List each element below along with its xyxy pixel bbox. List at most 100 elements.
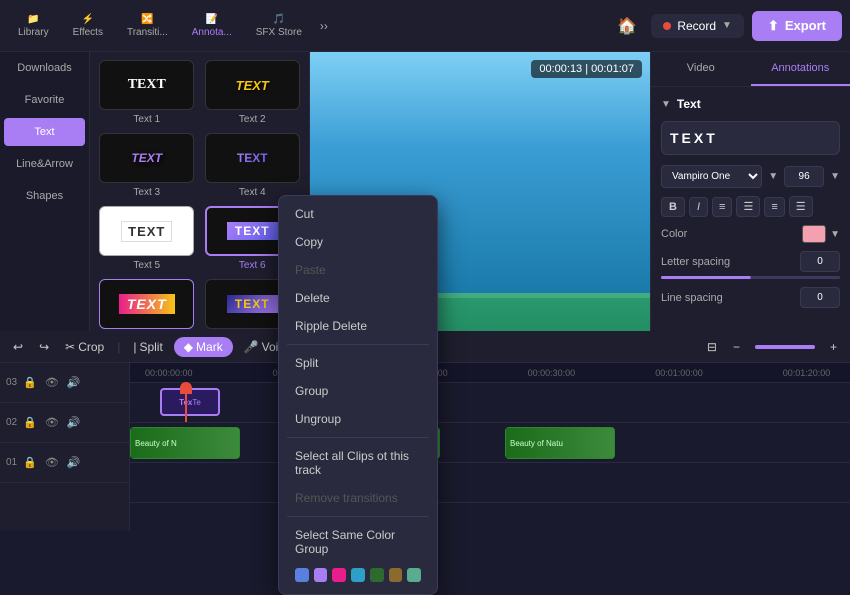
export-button[interactable]: ⬆ Export bbox=[752, 11, 842, 41]
ctx-copy[interactable]: Copy bbox=[279, 228, 437, 256]
timeline-main: 00:00:00:00 00:00:10:00 00:00:20:00 00:0… bbox=[130, 363, 850, 531]
color-dot-brown[interactable] bbox=[389, 568, 403, 582]
timeline-tracks: Tex Te Beauty of N Beauty bbox=[130, 383, 850, 503]
align-center-button[interactable]: ☰ bbox=[736, 196, 760, 217]
sidebar-item-downloads[interactable]: Downloads bbox=[4, 54, 85, 82]
annotation-thumb-7[interactable]: TEXT bbox=[99, 279, 194, 329]
split-button[interactable]: | Split bbox=[128, 337, 167, 357]
export-icon: ⬆ bbox=[768, 18, 779, 34]
text-style-row: B I ≡ ☰ ≡ ☰ bbox=[661, 196, 840, 217]
toolbar-right: 🏠 Record ▼ ⬆ Export bbox=[611, 10, 842, 42]
align-right-button[interactable]: ≡ bbox=[764, 197, 784, 217]
zoom-slider[interactable] bbox=[755, 345, 815, 349]
track-number-01: 01 bbox=[6, 457, 17, 468]
sidebar-item-shapes[interactable]: Shapes bbox=[4, 182, 85, 210]
track-visible-03[interactable]: 👁 bbox=[43, 374, 61, 391]
crop-button[interactable]: ✂ Crop bbox=[60, 337, 109, 357]
ruler-marks: 00:00:00:00 00:00:10:00 00:00:20:00 00:0… bbox=[135, 368, 850, 378]
font-row: Vampiro One ▼ ▼ bbox=[661, 165, 840, 188]
italic-button[interactable]: I bbox=[689, 197, 708, 217]
line-spacing-input[interactable] bbox=[800, 287, 840, 308]
mark-button[interactable]: ◆ Mark bbox=[174, 337, 233, 357]
letter-spacing-slider[interactable] bbox=[661, 276, 840, 279]
annotation-thumb-3[interactable]: TEXT bbox=[99, 133, 194, 183]
color-swatch[interactable] bbox=[802, 225, 826, 243]
list-item: TEXT Text 2 bbox=[204, 60, 302, 125]
track-lock-03[interactable]: 🔒 bbox=[21, 374, 39, 391]
line-spacing-row: Line spacing bbox=[661, 287, 840, 312]
redo-button[interactable]: ↪ bbox=[34, 337, 54, 357]
ctx-paste: Paste bbox=[279, 256, 437, 284]
track-visible-01[interactable]: 👁 bbox=[43, 454, 61, 471]
sidebar-item-linearrow[interactable]: Line&Arrow bbox=[4, 150, 85, 178]
color-dot-pink[interactable] bbox=[332, 568, 346, 582]
tab-video[interactable]: Video bbox=[651, 52, 751, 86]
bold-button[interactable]: B bbox=[661, 197, 685, 217]
ctx-delete[interactable]: Delete bbox=[279, 284, 437, 312]
color-dot-teal[interactable] bbox=[407, 568, 421, 582]
sfx-icon: 🎵 bbox=[273, 14, 285, 25]
font-select[interactable]: Vampiro One bbox=[661, 165, 762, 188]
ctx-select-all[interactable]: Select all Clips ot this track bbox=[279, 442, 437, 484]
track-header-03: 03 🔒 👁 🔊 bbox=[0, 363, 129, 403]
color-dot-cyan[interactable] bbox=[351, 568, 365, 582]
list-item: TEXT Text 3 bbox=[98, 133, 196, 198]
toolbar-annotations[interactable]: 📝 Annota... bbox=[182, 10, 242, 42]
section-arrow-icon: ▼ bbox=[661, 99, 671, 110]
track-lock-02[interactable]: 🔒 bbox=[21, 414, 39, 431]
annotation-thumb-4[interactable]: TEXT bbox=[205, 133, 300, 183]
playhead-marker bbox=[180, 382, 192, 394]
align-left-button[interactable]: ≡ bbox=[712, 197, 732, 217]
text-preview-box[interactable]: TEXT bbox=[661, 121, 840, 155]
toolbar-sfx[interactable]: 🎵 SFX Store bbox=[246, 10, 312, 42]
annotation-thumb-1[interactable]: TEXT bbox=[99, 60, 194, 110]
ctx-separator-3 bbox=[287, 516, 429, 517]
list-item: TEXT Text 5 bbox=[98, 206, 196, 271]
ctx-ripple-delete[interactable]: Ripple Delete bbox=[279, 312, 437, 340]
annotation-thumb-2[interactable]: TEXT bbox=[205, 60, 300, 110]
align-justify-button[interactable]: ☰ bbox=[789, 196, 813, 217]
track-audio-02[interactable]: 🔊 bbox=[65, 414, 83, 431]
context-menu: Cut Copy Paste Delete Ripple Delete Spli… bbox=[278, 195, 438, 595]
toolbar-effects[interactable]: ⚡ Effects bbox=[63, 10, 113, 42]
ctx-split[interactable]: Split bbox=[279, 349, 437, 377]
record-button[interactable]: Record ▼ bbox=[651, 14, 744, 38]
timeline-zoom-out[interactable]: ⊟ bbox=[702, 337, 722, 357]
toolbar-transitions[interactable]: 🔀 Transiti... bbox=[117, 10, 178, 42]
color-dot-green[interactable] bbox=[370, 568, 384, 582]
effects-icon: ⚡ bbox=[82, 14, 94, 25]
ctx-ungroup[interactable]: Ungroup bbox=[279, 405, 437, 433]
timeline-zoom-minus[interactable]: − bbox=[728, 337, 745, 357]
library-icon: 📁 bbox=[27, 14, 39, 25]
timeline-zoom-plus[interactable]: + bbox=[825, 337, 842, 357]
list-item: TEXT Text 4 bbox=[204, 133, 302, 198]
sidebar-item-text[interactable]: Text bbox=[4, 118, 85, 146]
track-audio-01[interactable]: 🔊 bbox=[65, 454, 83, 471]
color-dot-blue[interactable] bbox=[295, 568, 309, 582]
letter-spacing-input[interactable] bbox=[800, 251, 840, 272]
toolbar-more-icon[interactable]: ›› bbox=[316, 15, 332, 37]
video-clip-1[interactable]: Beauty of N bbox=[130, 427, 240, 459]
track-visible-02[interactable]: 👁 bbox=[43, 414, 61, 431]
toolbar-library[interactable]: 📁 Library bbox=[8, 10, 59, 42]
annotation-thumb-5[interactable]: TEXT bbox=[99, 206, 194, 256]
ctx-group[interactable]: Group bbox=[279, 377, 437, 405]
track-header-02: 02 🔒 👁 🔊 bbox=[0, 403, 129, 443]
video-clip-3[interactable]: Beauty of Natu bbox=[505, 427, 615, 459]
undo-button[interactable]: ↩ bbox=[8, 337, 28, 357]
track-lock-01[interactable]: 🔒 bbox=[21, 454, 39, 471]
track-audio-03[interactable]: 🔊 bbox=[65, 374, 83, 391]
tab-annotations[interactable]: Annotations bbox=[751, 52, 850, 86]
sidebar-item-favorite[interactable]: Favorite bbox=[4, 86, 85, 114]
track-03: Tex Te bbox=[130, 383, 850, 423]
ctx-select-color[interactable]: Select Same Color Group bbox=[279, 521, 437, 563]
ctx-remove-transitions: Remove transitions bbox=[279, 484, 437, 512]
font-size-input[interactable] bbox=[784, 166, 824, 187]
track-02: Beauty of N Beauty of Nature HD.mp4 00:0… bbox=[130, 423, 850, 463]
record-dot-icon bbox=[663, 22, 671, 30]
right-tabs: Video Annotations bbox=[651, 52, 850, 87]
color-dot-purple[interactable] bbox=[314, 568, 328, 582]
home-button[interactable]: 🏠 bbox=[611, 10, 643, 42]
ctx-cut[interactable]: Cut bbox=[279, 200, 437, 228]
crop-icon: ✂ bbox=[65, 340, 75, 354]
